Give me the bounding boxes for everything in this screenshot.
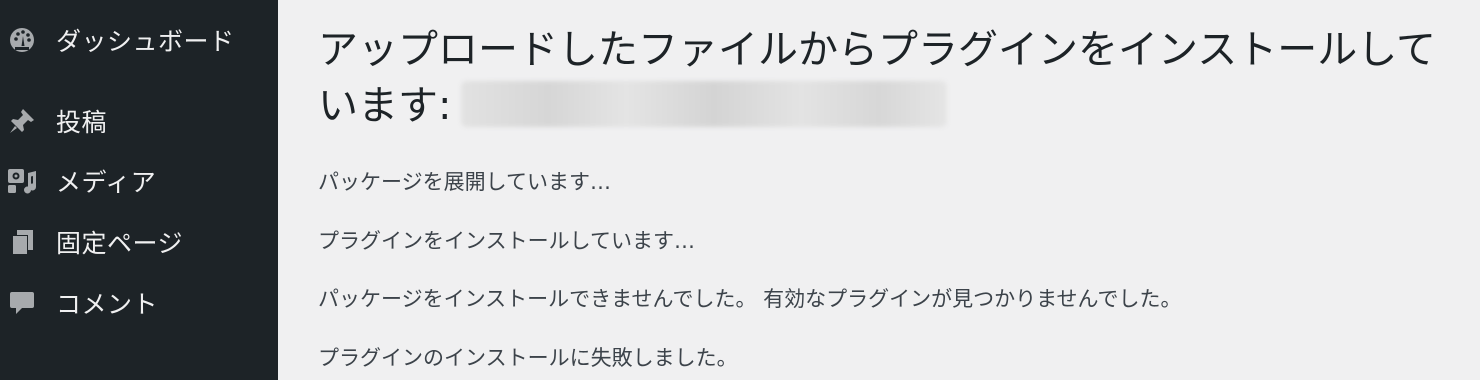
sidebar-item-media[interactable]: メディア (0, 161, 278, 201)
error-message-install-failed: プラグインのインストールに失敗しました。 (318, 346, 738, 370)
sidebar-item-label: コメント (56, 290, 159, 319)
pin-icon (6, 105, 38, 137)
admin-sidebar: ダッシュボード 投稿 メディア 固定ページ コメント (0, 0, 278, 380)
sidebar-item-posts[interactable]: 投稿 (0, 101, 278, 141)
comment-icon (6, 287, 38, 319)
sidebar-item-label: 固定ページ (56, 229, 184, 258)
page-title: アップロードしたファイルからプラグインをインストールしています: (318, 22, 1468, 134)
sidebar-item-dashboard[interactable]: ダッシュボード (0, 20, 278, 60)
status-message-unpacking: パッケージを展開しています… (318, 170, 611, 194)
sidebar-item-pages[interactable]: 固定ページ (0, 222, 278, 262)
sidebar-item-label: メディア (56, 168, 157, 197)
dashboard-icon (6, 24, 38, 56)
sidebar-item-label: 投稿 (56, 108, 108, 137)
error-message-no-valid-plugin: パッケージをインストールできませんでした。 有効なプラグインが見つかりませんでし… (318, 287, 1182, 311)
media-icon (6, 165, 38, 197)
sidebar-item-label: ダッシュボード (56, 27, 235, 56)
main-content: アップロードしたファイルからプラグインをインストールしています: パッケージを展… (278, 0, 1480, 380)
admin-screen: ダッシュボード 投稿 メディア 固定ページ コメント アップロードしたファイルか… (0, 0, 1480, 380)
pages-icon (6, 226, 38, 258)
sidebar-item-comments[interactable]: コメント (0, 283, 278, 323)
status-message-installing: プラグインをインストールしています… (318, 229, 695, 253)
redacted-filename (461, 81, 948, 127)
